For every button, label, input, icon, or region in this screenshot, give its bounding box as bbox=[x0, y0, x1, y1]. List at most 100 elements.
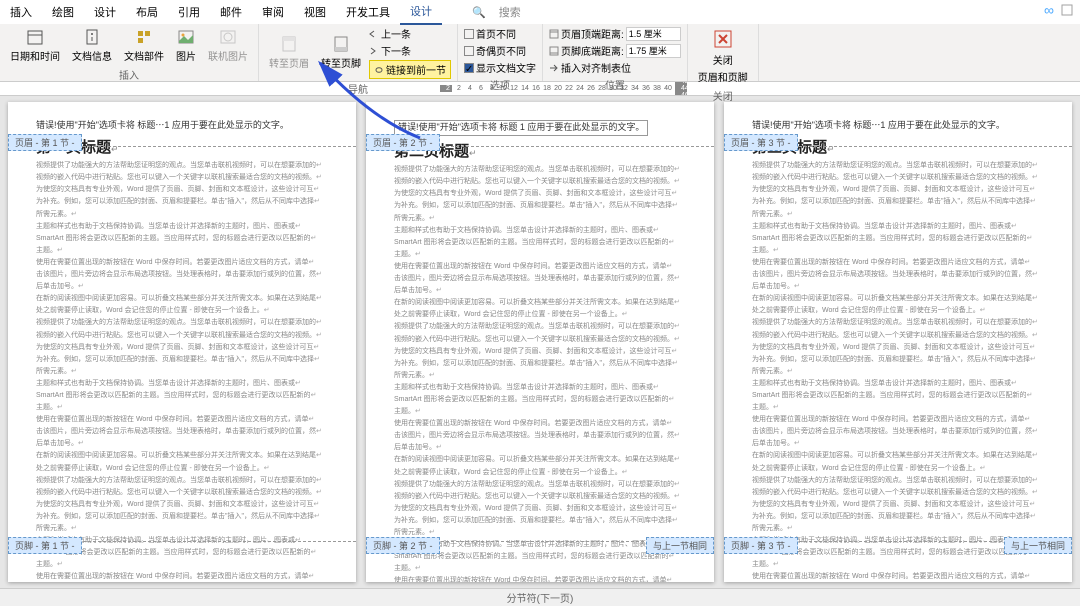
body-paragraph: 为补充。例如，您可以添加匹配的封面、页眉和提要栏。单击"插入"，然后从不同库中选… bbox=[36, 512, 328, 521]
show-doc-text-checkbox[interactable]: ✓显示文档文字 bbox=[464, 60, 536, 75]
body-paragraph: 视频的嵌入代码中进行粘贴。您也可以键入一个关键字以联机搜索最适合您的文档的视频。 bbox=[752, 331, 1044, 340]
body-paragraph: 所需元素。 bbox=[752, 210, 1044, 219]
tab-icon bbox=[549, 63, 559, 73]
close-header-footer-button[interactable]: 关闭 页眉和页脚 bbox=[694, 26, 752, 86]
tab-review[interactable]: 审阅 bbox=[252, 0, 294, 24]
tab-dev[interactable]: 开发工具 bbox=[336, 0, 400, 24]
body-paragraph: 后单击加号。 bbox=[36, 282, 328, 291]
datetime-button[interactable]: 日期和时间 bbox=[6, 26, 64, 65]
body-paragraph: 主题。 bbox=[394, 407, 686, 416]
body-paragraph: 击该图片，图片旁边将会显示布局选项按钮。当处理表格时，单击要添加行或列的位置，然 bbox=[36, 427, 328, 436]
footer-icon bbox=[332, 35, 350, 53]
next-icon bbox=[369, 46, 379, 56]
tab-mail[interactable]: 邮件 bbox=[210, 0, 252, 24]
body-paragraph: 所需元素。 bbox=[752, 524, 1044, 533]
body-paragraph: 使用在需要位置出现的新按钮在 Word 中保存时间。若要更改图片适应文档的方式，… bbox=[394, 576, 686, 582]
error-heading-text: 错误!使用"开始"选项卡将 标题⋯1 应用于要在此处显示的文字。 bbox=[36, 120, 328, 132]
tab-insert[interactable]: 插入 bbox=[0, 0, 42, 24]
body-paragraph: 所需元素。 bbox=[394, 528, 686, 537]
body-paragraph: 为使您的文档具有专业外观，Word 提供了页眉、页脚、封面和文本框设计，这些设计… bbox=[752, 343, 1044, 352]
picture-button[interactable]: 图片 bbox=[172, 26, 200, 65]
prev-button[interactable]: 上一条 bbox=[369, 26, 451, 41]
header-top-input[interactable] bbox=[626, 27, 681, 41]
infinity-icon[interactable]: ∞ bbox=[1044, 2, 1054, 18]
footer-bottom-input[interactable] bbox=[626, 44, 681, 58]
body-paragraph: 视频提供了功能强大的方法帮助您证明您的观点。当您单击联机视频时，可以在想要添加的 bbox=[36, 476, 328, 485]
body-paragraph: 为使您的文档具有专业外观，Word 提供了页眉、页脚、封面和文本框设计，这些设计… bbox=[36, 185, 328, 194]
body-paragraph: 所需元素。 bbox=[36, 367, 328, 376]
document-canvas[interactable]: 错误!使用"开始"选项卡将 标题⋯1 应用于要在此处显示的文字。第一页标题视频提… bbox=[0, 96, 1080, 596]
header-top-distance[interactable]: 页眉顶端距离: bbox=[549, 26, 681, 41]
body-paragraph: 后单击加号。 bbox=[394, 286, 686, 295]
error-heading-text: 错误!使用"开始"选项卡将 标题⋯1 应用于要在此处显示的文字。 bbox=[752, 120, 1044, 132]
tab-refs[interactable]: 引用 bbox=[168, 0, 210, 24]
body-paragraph: 主题和样式也有助于文档保持协调。当您单击设计并选择新的主题时，图片、图表或 bbox=[394, 226, 686, 235]
share-icon[interactable] bbox=[1060, 3, 1074, 17]
link-to-previous-button[interactable]: 链接到前一节 bbox=[369, 60, 451, 79]
odd-even-diff-checkbox[interactable]: 奇偶页不同 bbox=[464, 43, 536, 58]
body-paragraph: 处之前需要停止读取，Word 会记住您的停止位置 - 即使在另一个设备上。 bbox=[36, 306, 328, 315]
document-page[interactable]: 错误!使用"开始"选项卡将 标题⋯1 应用于要在此处显示的文字。第三页标题视频提… bbox=[724, 102, 1072, 582]
search-prompt[interactable]: 🔍 搜索 bbox=[462, 0, 541, 24]
body-paragraph: 为使您的文档具有专业外观，Word 提供了页眉、页脚、封面和文本框设计，这些设计… bbox=[752, 185, 1044, 194]
body-paragraph: 为使您的文档具有专业外观，Word 提供了页眉、页脚、封面和文本框设计，这些设计… bbox=[394, 189, 686, 198]
body-paragraph: 使用在需要位置出现的新按钮在 Word 中保存时间。若要更改图片适应文档的方式，… bbox=[36, 258, 328, 267]
body-paragraph: 击该图片，图片旁边将会显示布局选项按钮。当处理表格时，单击要添加行或列的位置，然 bbox=[36, 270, 328, 279]
body-paragraph: 为使您的文档具有专业外观，Word 提供了页眉、页脚、封面和文本框设计，这些设计… bbox=[752, 500, 1044, 509]
body-paragraph: 处之前需要停止读取，Word 会记住您的停止位置 - 即使在另一个设备上。 bbox=[394, 468, 686, 477]
horizontal-ruler[interactable]: 2 246810121416182022242628303234363840 4… bbox=[0, 82, 1080, 96]
picture-icon bbox=[177, 28, 195, 46]
docinfo-button[interactable]: 文档信息 bbox=[68, 26, 116, 65]
body-paragraph: 使用在需要位置出现的新按钮在 Word 中保存时间。若要更改图片适应文档的方式，… bbox=[36, 415, 328, 424]
body-paragraph: 视频的嵌入代码中进行粘贴。您也可以键入一个关键字以联机搜索最适合您的文档的视频。 bbox=[394, 177, 686, 186]
document-page[interactable]: 错误!使用"开始"选项卡将 标题⋯1 应用于要在此处显示的文字。第一页标题视频提… bbox=[8, 102, 356, 582]
body-paragraph: 主题。 bbox=[752, 560, 1044, 569]
tab-view[interactable]: 视图 bbox=[294, 0, 336, 24]
body-paragraph: 所需元素。 bbox=[36, 210, 328, 219]
window-controls: ∞ bbox=[1044, 2, 1074, 18]
body-paragraph: 所需元素。 bbox=[752, 367, 1044, 376]
tab-draw[interactable]: 绘图 bbox=[42, 0, 84, 24]
prev-icon bbox=[369, 29, 379, 39]
tab-design[interactable]: 设计 bbox=[84, 0, 126, 24]
body-paragraph: 视频提供了功能强大的方法帮助您证明您的观点。当您单击联机视频时，可以在想要添加的 bbox=[752, 318, 1044, 327]
same-as-previous-tag: 与上一节相同 bbox=[646, 537, 714, 554]
tab-design-context[interactable]: 设计 bbox=[400, 0, 442, 25]
docparts-button[interactable]: 文档部件 bbox=[120, 26, 168, 65]
close-icon bbox=[712, 28, 734, 50]
body-paragraph: 视频的嵌入代码中进行粘贴。您也可以键入一个关键字以联机搜索最适合您的文档的视频。 bbox=[36, 331, 328, 340]
body-paragraph: 主题。 bbox=[752, 403, 1044, 412]
document-page[interactable]: 错误!使用"开始"选项卡将 标题 1 应用于要在此处显示的文字。第二页标题视频提… bbox=[366, 102, 714, 582]
docparts-icon bbox=[135, 28, 153, 46]
body-paragraph: 视频提供了功能强大的方法帮助您证明您的观点。当您单击联机视频时，可以在想要添加的 bbox=[36, 318, 328, 327]
body-paragraph: 为补充。例如，您可以添加匹配的封面、页眉和提要栏。单击"插入"，然后从不同库中选… bbox=[752, 355, 1044, 364]
body-paragraph: 为使您的文档具有专业外观，Word 提供了页眉、页脚、封面和文本框设计，这些设计… bbox=[36, 500, 328, 509]
body-paragraph: 为使您的文档具有专业外观，Word 提供了页眉、页脚、封面和文本框设计，这些设计… bbox=[394, 504, 686, 513]
body-paragraph: 击该图片，图片旁边将会显示布局选项按钮。当处理表格时，单击要添加行或列的位置，然 bbox=[752, 427, 1044, 436]
body-paragraph: 主题和样式也有助于文档保持协调。当您单击设计并选择新的主题时，图片、图表或 bbox=[36, 222, 328, 231]
insert-group-label: 插入 bbox=[6, 65, 252, 82]
header-section-tag: 页眉 - 第 1 节 - bbox=[8, 134, 82, 151]
body-paragraph: 视频提供了功能强大的方法帮助您证明您的观点。当您单击联机视频时，可以在想要添加的 bbox=[394, 322, 686, 331]
body-paragraph: SmartArt 图形将会更改以匹配新的主题。当应用样式时，您的标题会进行更改以… bbox=[752, 234, 1044, 243]
footer-bottom-distance[interactable]: 页脚底端距离: bbox=[549, 43, 681, 58]
first-page-diff-checkbox[interactable]: 首页不同 bbox=[464, 26, 536, 41]
section-break-label: 分节符(下一页) bbox=[507, 590, 574, 605]
insert-align-tab-button[interactable]: 插入对齐制表位 bbox=[549, 60, 681, 75]
body-paragraph: 处之前需要停止读取，Word 会记住您的停止位置 - 即使在另一个设备上。 bbox=[752, 306, 1044, 315]
body-paragraph: 所需元素。 bbox=[36, 524, 328, 533]
footer-dist-icon bbox=[549, 46, 559, 56]
body-paragraph: 在新的阅读视图中阅读更加容易。可以折叠文档某些部分并关注所需文本。如果在达到结尾 bbox=[36, 294, 328, 303]
body-paragraph: 使用在需要位置出现的新按钮在 Word 中保存时间。若要更改图片适应文档的方式，… bbox=[752, 415, 1044, 424]
next-button[interactable]: 下一条 bbox=[369, 43, 451, 58]
body-paragraph: 视频提供了功能强大的方法帮助您证明您的观点。当您单击联机视频时，可以在想要添加的 bbox=[394, 165, 686, 174]
goto-header-button: 转至页眉 bbox=[265, 33, 313, 72]
tab-layout[interactable]: 布局 bbox=[126, 0, 168, 24]
body-paragraph: 所需元素。 bbox=[394, 214, 686, 223]
goto-footer-button[interactable]: 转至页脚 bbox=[317, 33, 365, 72]
body-paragraph: 视频的嵌入代码中进行粘贴。您也可以键入一个关键字以联机搜索最适合您的文档的视频。 bbox=[752, 488, 1044, 497]
online-picture-button: 联机图片 bbox=[204, 26, 252, 65]
same-as-previous-tag: 与上一节相同 bbox=[1004, 537, 1072, 554]
docinfo-icon bbox=[83, 28, 101, 46]
header-section-tag: 页眉 - 第 2 节 - bbox=[366, 134, 440, 151]
